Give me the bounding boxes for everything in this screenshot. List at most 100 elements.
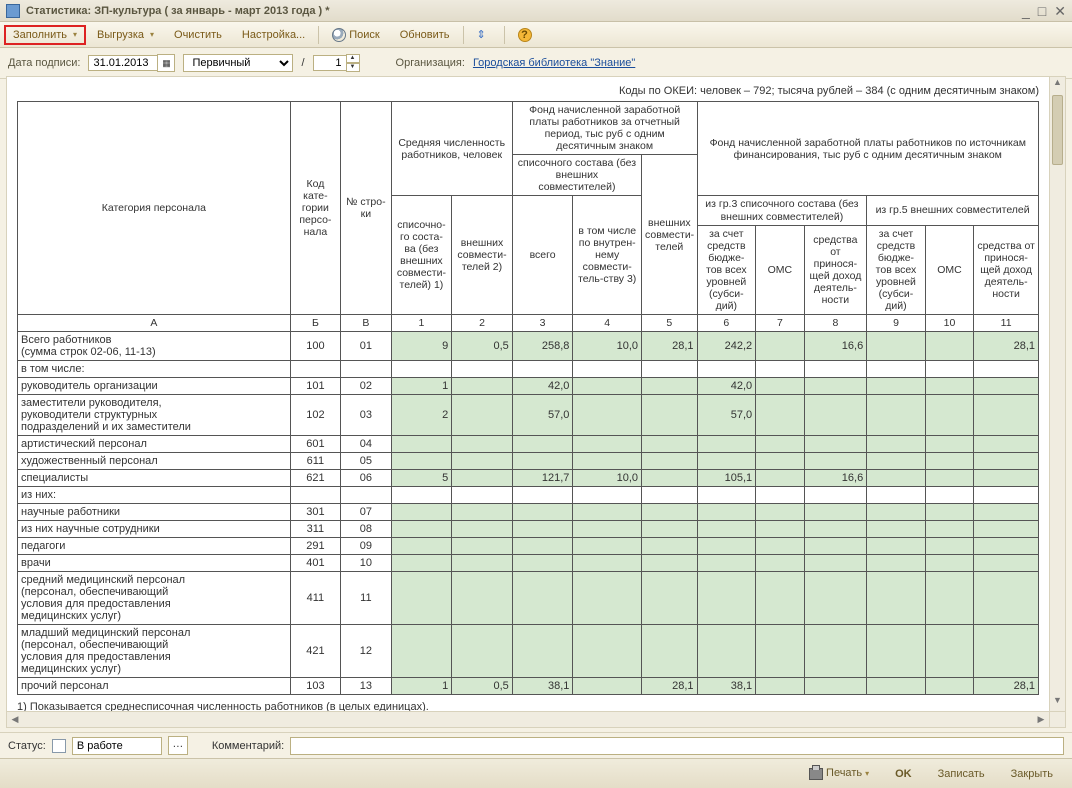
ok-button[interactable]: OK bbox=[884, 764, 923, 784]
cell[interactable]: 42,0 bbox=[697, 378, 756, 395]
cell[interactable]: 258,8 bbox=[512, 332, 573, 361]
cell[interactable] bbox=[642, 538, 698, 555]
help-button[interactable]: ? bbox=[509, 24, 541, 46]
calendar-button[interactable]: ▦ bbox=[157, 54, 175, 72]
cell[interactable] bbox=[642, 572, 698, 625]
cell[interactable] bbox=[925, 538, 973, 555]
cell[interactable] bbox=[452, 453, 513, 470]
cell[interactable] bbox=[452, 378, 513, 395]
cell[interactable] bbox=[867, 555, 926, 572]
cell[interactable] bbox=[512, 555, 573, 572]
cell[interactable]: 10,0 bbox=[573, 470, 642, 487]
cell[interactable] bbox=[512, 521, 573, 538]
cell[interactable] bbox=[642, 521, 698, 538]
cell[interactable]: 28,1 bbox=[642, 678, 698, 695]
date-input[interactable] bbox=[88, 55, 158, 71]
cell[interactable] bbox=[697, 555, 756, 572]
cell[interactable] bbox=[804, 678, 867, 695]
cell[interactable] bbox=[697, 504, 756, 521]
cell[interactable] bbox=[804, 504, 867, 521]
cell[interactable] bbox=[512, 504, 573, 521]
cell[interactable] bbox=[512, 625, 573, 678]
cell[interactable] bbox=[867, 395, 926, 436]
cell[interactable]: 28,1 bbox=[642, 332, 698, 361]
comment-field[interactable] bbox=[290, 737, 1064, 755]
cell[interactable]: 16,6 bbox=[804, 332, 867, 361]
cell[interactable] bbox=[804, 555, 867, 572]
cell[interactable] bbox=[642, 555, 698, 572]
scroll-thumb[interactable] bbox=[1052, 95, 1063, 165]
cell[interactable] bbox=[512, 572, 573, 625]
cell[interactable] bbox=[452, 538, 513, 555]
cell[interactable] bbox=[642, 395, 698, 436]
cell[interactable] bbox=[756, 678, 804, 695]
scroll-left-icon[interactable]: ◀ bbox=[7, 712, 23, 727]
cell[interactable] bbox=[974, 395, 1039, 436]
cell[interactable]: 0,5 bbox=[452, 678, 513, 695]
cell[interactable] bbox=[391, 521, 452, 538]
cell[interactable] bbox=[452, 470, 513, 487]
cell[interactable] bbox=[804, 625, 867, 678]
cell[interactable] bbox=[573, 521, 642, 538]
cell[interactable] bbox=[573, 555, 642, 572]
cell[interactable]: 38,1 bbox=[512, 678, 573, 695]
cell[interactable] bbox=[867, 436, 926, 453]
save-button[interactable]: Записать bbox=[927, 764, 996, 784]
cell[interactable]: 105,1 bbox=[697, 470, 756, 487]
cell[interactable] bbox=[452, 625, 513, 678]
number-input[interactable] bbox=[313, 55, 347, 71]
table-row[interactable]: научные работники 301 07 bbox=[18, 504, 1039, 521]
cell[interactable] bbox=[804, 572, 867, 625]
cell[interactable]: 1 bbox=[391, 378, 452, 395]
cell[interactable] bbox=[867, 678, 926, 695]
cell[interactable] bbox=[642, 378, 698, 395]
clear-button[interactable]: Очистить bbox=[165, 25, 231, 45]
cell[interactable] bbox=[867, 521, 926, 538]
cell[interactable] bbox=[697, 572, 756, 625]
cell[interactable] bbox=[573, 504, 642, 521]
cell[interactable] bbox=[697, 538, 756, 555]
cell[interactable] bbox=[925, 678, 973, 695]
cell[interactable]: 0,5 bbox=[452, 332, 513, 361]
cell[interactable] bbox=[573, 453, 642, 470]
cell[interactable] bbox=[974, 538, 1039, 555]
cell[interactable]: 10,0 bbox=[573, 332, 642, 361]
cell[interactable] bbox=[804, 436, 867, 453]
cell[interactable] bbox=[642, 504, 698, 521]
table-row[interactable]: врачи 401 10 bbox=[18, 555, 1039, 572]
cell[interactable] bbox=[804, 378, 867, 395]
cell[interactable] bbox=[391, 625, 452, 678]
cell[interactable]: 2 bbox=[391, 395, 452, 436]
org-link[interactable]: Городская библиотека "Знание" bbox=[473, 57, 635, 69]
print-button[interactable]: Печать bbox=[798, 763, 880, 783]
scroll-right-icon[interactable]: ▶ bbox=[1033, 712, 1049, 727]
cell[interactable] bbox=[756, 555, 804, 572]
cell[interactable] bbox=[573, 572, 642, 625]
cell[interactable] bbox=[925, 332, 973, 361]
cell[interactable] bbox=[867, 470, 926, 487]
cell[interactable] bbox=[974, 378, 1039, 395]
cell[interactable] bbox=[925, 470, 973, 487]
cell[interactable] bbox=[867, 453, 926, 470]
maximize-button[interactable]: □ bbox=[1038, 4, 1046, 18]
cell[interactable] bbox=[925, 504, 973, 521]
cell[interactable] bbox=[756, 453, 804, 470]
cell[interactable] bbox=[391, 504, 452, 521]
table-row[interactable]: руководитель организации 101 02 1 42,0 4… bbox=[18, 378, 1039, 395]
cell[interactable] bbox=[804, 395, 867, 436]
cell[interactable] bbox=[925, 625, 973, 678]
table-row[interactable]: из них: bbox=[18, 487, 1039, 504]
table-row[interactable]: артистический персонал 601 04 bbox=[18, 436, 1039, 453]
cell[interactable] bbox=[974, 555, 1039, 572]
cell[interactable] bbox=[573, 395, 642, 436]
cell[interactable] bbox=[925, 572, 973, 625]
cell[interactable]: 28,1 bbox=[974, 332, 1039, 361]
cell[interactable] bbox=[804, 453, 867, 470]
cell[interactable] bbox=[756, 572, 804, 625]
cell[interactable] bbox=[974, 625, 1039, 678]
refresh-button[interactable]: Обновить bbox=[391, 25, 459, 45]
cell[interactable] bbox=[925, 378, 973, 395]
table-row[interactable]: заместители руководителя,руководители ст… bbox=[18, 395, 1039, 436]
cell[interactable] bbox=[452, 572, 513, 625]
cell[interactable] bbox=[697, 521, 756, 538]
